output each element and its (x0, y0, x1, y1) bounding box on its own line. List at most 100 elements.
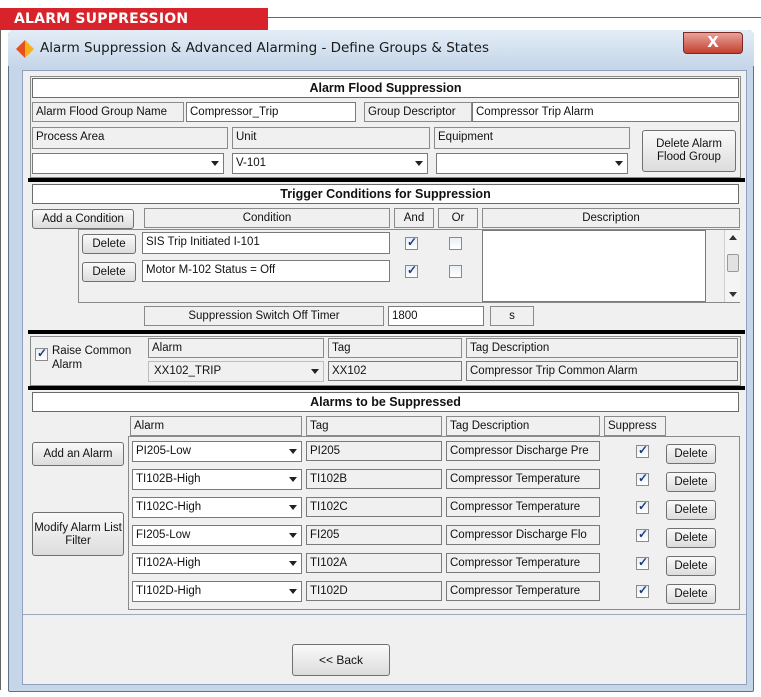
delete-alarm-button[interactable]: Delete (666, 556, 716, 576)
common-col-tag: Tag (328, 338, 462, 358)
delete-alarm-flood-group-button[interactable]: Delete Alarm Flood Group (642, 130, 736, 172)
delete-condition-button[interactable]: Delete (82, 262, 136, 282)
scroll-up-icon[interactable] (729, 235, 737, 240)
delete-alarm-button[interactable]: Delete (666, 444, 716, 464)
alarm-select-value: PI205-Low (136, 445, 191, 457)
timer-field[interactable]: 1800 (388, 306, 484, 326)
sup-col-tag: Tag (306, 416, 442, 436)
suppress-checkbox[interactable] (636, 527, 649, 542)
window-title: Alarm Suppression & Advanced Alarming - … (40, 40, 489, 56)
col-description-header: Description (482, 208, 740, 228)
delete-alarm-button[interactable]: Delete (666, 584, 716, 604)
equipment-label: Equipment (434, 127, 630, 149)
tag-description-field[interactable]: Compressor Temperature (446, 581, 600, 601)
sup-col-suppress: Suppress (604, 416, 666, 436)
footer-divider (22, 614, 747, 615)
alarm-select[interactable]: PI205-Low (132, 441, 302, 462)
suppress-checkbox[interactable] (636, 471, 649, 486)
common-tag-desc-field[interactable]: Compressor Trip Common Alarm (466, 361, 738, 381)
equipment-select[interactable] (436, 153, 628, 174)
chevron-down-icon (211, 161, 219, 166)
close-button[interactable]: X (683, 32, 743, 54)
tag-field[interactable]: PI205 (306, 441, 442, 461)
alarm-select[interactable]: TI102C-High (132, 497, 302, 518)
process-area-label: Process Area (32, 127, 228, 149)
unit-select[interactable]: V-101 (232, 153, 428, 174)
and-checkbox[interactable] (405, 235, 418, 250)
condition-field[interactable]: SIS Trip Initiated I-101 (142, 232, 390, 254)
alarm-select-value: TI102A-High (136, 557, 201, 569)
trigger-section-header: Trigger Conditions for Suppression (32, 184, 739, 204)
tag-description-field[interactable]: Compressor Discharge Pre (446, 441, 600, 461)
timer-unit-label: s (490, 306, 534, 326)
section-banner: ALARM SUPPRESSION (0, 8, 268, 30)
alarm-select-value: TI102D-High (136, 585, 202, 597)
condition-field[interactable]: Motor M-102 Status = Off (142, 260, 390, 282)
suppress-checkbox[interactable] (636, 443, 649, 458)
alarm-select[interactable]: TI102D-High (132, 581, 302, 602)
scroll-thumb[interactable] (727, 254, 739, 272)
scroll-down-icon[interactable] (729, 292, 737, 297)
tag-description-field[interactable]: Compressor Temperature (446, 469, 600, 489)
group-descriptor-label: Group Descriptor (364, 102, 472, 122)
common-tag-field[interactable]: XX102 (328, 361, 462, 381)
add-condition-button[interactable]: Add a Condition (32, 209, 134, 229)
tag-field[interactable]: TI102A (306, 553, 442, 573)
col-or-header: Or (438, 208, 478, 228)
common-alarm-select[interactable]: XX102_TRIP (148, 361, 324, 382)
unit-value: V-101 (236, 157, 267, 169)
flood-section-header: Alarm Flood Suppression (32, 78, 739, 98)
tag-field[interactable]: TI102D (306, 581, 442, 601)
modify-alarm-list-filter-button[interactable]: Modify Alarm List Filter (32, 512, 124, 556)
col-and-header: And (394, 208, 434, 228)
tag-description-field[interactable]: Compressor Temperature (446, 553, 600, 573)
delete-alarm-button[interactable]: Delete (666, 472, 716, 492)
banner-rule (268, 17, 761, 18)
group-name-label: Alarm Flood Group Name (32, 102, 184, 122)
delete-alarm-button[interactable]: Delete (666, 500, 716, 520)
unit-label: Unit (232, 127, 430, 149)
chevron-down-icon (289, 477, 297, 482)
raise-common-alarm-label: Raise Common Alarm (52, 345, 132, 371)
delete-condition-button[interactable]: Delete (82, 234, 136, 254)
delete-alarm-button[interactable]: Delete (666, 528, 716, 548)
process-area-select[interactable] (32, 153, 224, 174)
alarm-select[interactable]: TI102A-High (132, 553, 302, 574)
suppress-checkbox[interactable] (636, 583, 649, 598)
alarm-select[interactable]: FI205-Low (132, 525, 302, 546)
timer-label: Suppression Switch Off Timer (144, 306, 384, 326)
or-checkbox[interactable] (449, 237, 462, 250)
description-scrollbar[interactable] (724, 230, 740, 302)
tag-field[interactable]: TI102B (306, 469, 442, 489)
tag-field[interactable]: FI205 (306, 525, 442, 545)
add-alarm-button[interactable]: Add an Alarm (32, 442, 124, 466)
group-descriptor-field[interactable]: Compressor Trip Alarm (472, 102, 739, 122)
or-checkbox[interactable] (449, 265, 462, 278)
alarm-select[interactable]: TI102B-High (132, 469, 302, 490)
suppress-checkbox[interactable] (636, 555, 649, 570)
banner-rule-left (0, 30, 1, 690)
suppress-checkbox[interactable] (636, 499, 649, 514)
tag-description-field[interactable]: Compressor Temperature (446, 497, 600, 517)
tag-description-field[interactable]: Compressor Discharge Flo (446, 525, 600, 545)
alarm-select-value: TI102C-High (136, 501, 202, 513)
chevron-down-icon (311, 369, 319, 374)
back-button[interactable]: << Back (292, 644, 390, 676)
chevron-down-icon (289, 449, 297, 454)
suppressed-section-header: Alarms to be Suppressed (32, 392, 739, 412)
chevron-down-icon (415, 161, 423, 166)
alarm-select-value: FI205-Low (136, 529, 191, 541)
and-checkbox[interactable] (405, 263, 418, 278)
app-icon (16, 40, 34, 58)
common-col-alarm: Alarm (148, 338, 324, 358)
chevron-down-icon (289, 589, 297, 594)
chevron-down-icon (615, 161, 623, 166)
chevron-down-icon (289, 505, 297, 510)
common-alarm-value: XX102_TRIP (154, 365, 222, 377)
raise-common-alarm-checkbox[interactable] (35, 346, 48, 361)
sup-col-alarm: Alarm (130, 416, 302, 436)
tag-field[interactable]: TI102C (306, 497, 442, 517)
chevron-down-icon (289, 533, 297, 538)
description-textarea[interactable] (482, 230, 706, 302)
group-name-field[interactable]: Compressor_Trip (186, 102, 356, 122)
